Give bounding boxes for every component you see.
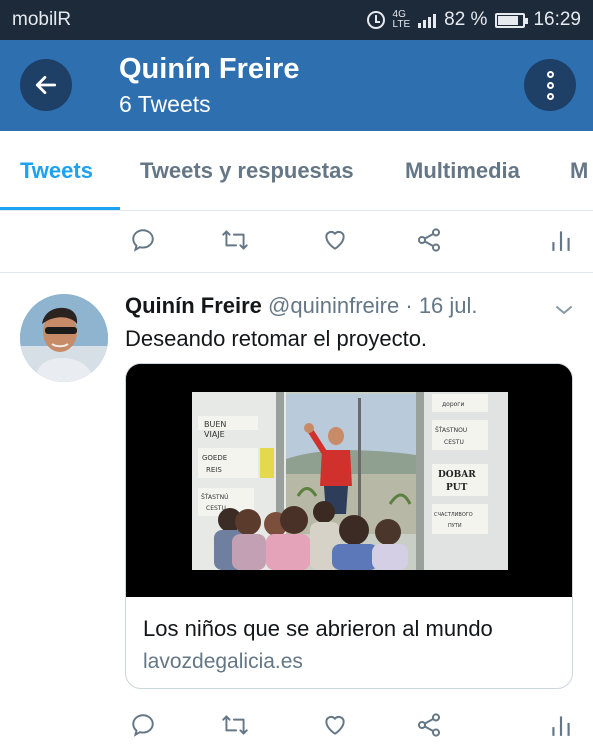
profile-header: Quinín Freire 6 Tweets (0, 40, 593, 131)
tweet-actions-previous (0, 215, 593, 265)
network-type-icon: 4G LTE (392, 9, 411, 30)
profile-tabs: Tweets Tweets y respuestas Multimedia M (0, 131, 593, 211)
tab-media[interactable]: Multimedia (405, 131, 520, 210)
status-icons: 4G LTE 82 % 16:29 (366, 9, 581, 31)
battery-percent: 82 % (444, 9, 488, 30)
tab-tweets-and-replies[interactable]: Tweets y respuestas (140, 131, 354, 210)
photo-sign-text: ŠŤASTNOU (435, 426, 467, 434)
avatar[interactable] (20, 294, 108, 382)
photo-sign-text: REIS (206, 466, 222, 474)
back-button[interactable] (20, 59, 72, 111)
photo-sign-text: VIAJE (204, 430, 225, 439)
more-vertical-icon (546, 92, 554, 100)
arrow-left-icon (35, 76, 57, 94)
retweet-icon[interactable] (220, 225, 250, 255)
link-card-title[interactable]: Los niños que se abrieron al mundo (143, 614, 493, 644)
share-icon[interactable] (414, 225, 444, 255)
tab-likes[interactable]: M (570, 131, 588, 210)
tweet-actions (0, 700, 593, 750)
photo-sign-text: СЧАСТЛИВОГО (434, 512, 473, 518)
tweet-divider (0, 272, 593, 273)
tweet-handle[interactable]: @quininfreire (268, 293, 399, 318)
active-tab-indicator (0, 207, 120, 210)
tab-tweets[interactable]: Tweets (20, 131, 93, 210)
link-card[interactable]: BUEN VIAJE GOEDE REIS ŠŤASTNÚ CESTU доро… (125, 363, 573, 689)
tweet-author-name[interactable]: Quinín Freire (125, 293, 262, 318)
link-card-image[interactable]: BUEN VIAJE GOEDE REIS ŠŤASTNÚ CESTU доро… (126, 364, 572, 597)
reply-icon[interactable] (128, 710, 158, 740)
reply-icon[interactable] (128, 225, 158, 255)
status-bar: mobilR 4G LTE 82 % 16:29 (0, 0, 593, 40)
clock: 16:29 (533, 9, 581, 30)
analytics-icon[interactable] (546, 710, 576, 740)
photo-sign-text: GOEDE (202, 454, 227, 462)
photo-sign-text: DOBAR (438, 470, 476, 480)
analytics-icon[interactable] (546, 225, 576, 255)
carrier-name: mobilR (12, 9, 72, 30)
photo-sign-text: ПУТИ (448, 523, 462, 529)
photo-sign-text: ŠŤASTNÚ (201, 493, 228, 501)
more-options-button[interactable] (524, 59, 576, 111)
photo-sign-text: дороги (442, 401, 464, 408)
more-vertical-icon (546, 70, 554, 78)
tweet-text: Deseando retomar el proyecto. (125, 326, 428, 351)
like-icon[interactable] (320, 710, 350, 740)
battery-icon (495, 12, 529, 28)
tweet-header: Quinín Freire @quininfreire · 16 jul. (125, 291, 478, 321)
tweet-count: 6 Tweets (119, 91, 211, 117)
share-icon[interactable] (414, 710, 444, 740)
link-card-domain[interactable]: lavozdegalicia.es (143, 647, 303, 677)
photo-sign-text: CESTU (444, 439, 464, 446)
card-photo: BUEN VIAJE GOEDE REIS ŠŤASTNÚ CESTU доро… (126, 364, 572, 597)
photo-sign-text: PUT (446, 483, 468, 493)
more-vertical-icon (546, 81, 554, 89)
header-title-block: Quinín Freire 6 Tweets (119, 52, 299, 120)
alarm-icon (366, 11, 385, 29)
tweet-meta-separator: · (405, 293, 413, 318)
photo-sign-text: BUEN (204, 420, 226, 429)
signal-icon (418, 12, 437, 28)
avatar-photo (20, 294, 108, 382)
retweet-icon[interactable] (220, 710, 250, 740)
page-title: Quinín Freire (119, 53, 300, 85)
like-icon[interactable] (320, 225, 350, 255)
chevron-down-icon[interactable] (552, 298, 576, 322)
tweet-date[interactable]: 16 jul. (419, 293, 478, 318)
